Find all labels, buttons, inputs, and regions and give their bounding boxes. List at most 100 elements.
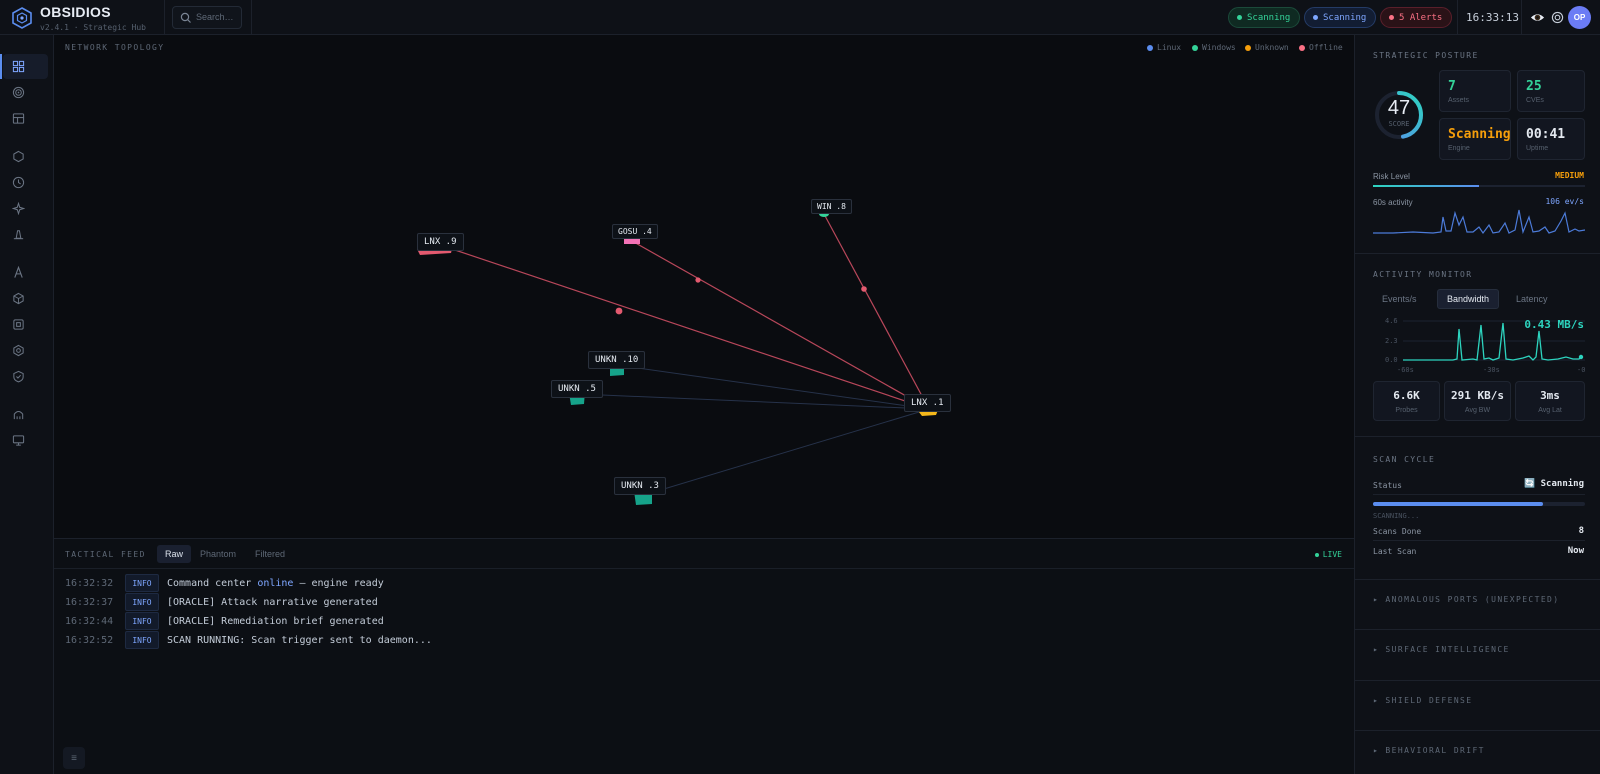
scans-done-value: 8 (1578, 526, 1584, 536)
section-divider (1355, 253, 1600, 254)
node-label-lnx1[interactable]: LNX .1 (904, 394, 951, 412)
sidebar-item-defense[interactable] (3, 364, 48, 389)
avg-bw-stat: 291 KB/s Avg BW (1444, 381, 1511, 421)
search-input[interactable]: Search… (172, 6, 242, 29)
hexagon-logo-icon (12, 7, 32, 29)
section-divider (1355, 579, 1600, 580)
sidebar-item-insights[interactable] (3, 196, 48, 221)
letter-a-icon (14, 266, 23, 278)
last-scan-value: Now (1567, 546, 1584, 556)
posture-title: STRATEGIC POSTURE (1373, 51, 1479, 60)
target-icon[interactable] (1551, 11, 1564, 24)
bandwidth-readout: 0.43 MB/s (1524, 318, 1584, 331)
score-label: SCORE (1388, 120, 1410, 128)
log-message: Command center online — engine ready (167, 578, 384, 589)
status-dot-icon (1313, 15, 1318, 20)
card-label: CVEs (1526, 97, 1544, 104)
log-level-badge: INFO (125, 612, 159, 630)
sidebar-item-dashboard[interactable] (0, 54, 48, 79)
log-message: [ORACLE] Attack narrative generated (167, 596, 378, 608)
scans-done-label: Scans Done (1373, 527, 1422, 536)
section-divider (1355, 680, 1600, 681)
live-dot-icon (1314, 552, 1319, 557)
card-value: 00:41 (1526, 127, 1566, 142)
activity-label: 60s activity (1373, 198, 1413, 207)
y-tick: 2.3 (1385, 337, 1398, 345)
section-divider (1355, 436, 1600, 437)
sidebar-item-alerts[interactable] (3, 222, 48, 247)
scan-status-badge[interactable]: Scanning (1304, 7, 1377, 28)
target-icon (12, 86, 25, 99)
sidebar-item-layout[interactable] (3, 106, 48, 131)
card-value: 7 (1448, 79, 1456, 94)
node-label-win8[interactable]: WIN .8 (811, 199, 852, 214)
risk-bar-fill (1373, 185, 1479, 187)
stat-label: Avg BW (1464, 407, 1491, 414)
eye-icon[interactable] (1530, 10, 1545, 25)
sidebar-item-config[interactable] (3, 338, 48, 363)
log-level-badge: INFO (125, 593, 159, 611)
sidebar-item-modules[interactable] (3, 286, 48, 311)
sidebar (0, 35, 54, 774)
cves-card[interactable]: 25 CVEs (1517, 70, 1585, 112)
sidebar-item-assets[interactable] (3, 144, 48, 169)
sidebar-item-history[interactable] (3, 170, 48, 195)
header-divider (1521, 0, 1522, 35)
uptime-card[interactable]: 00:41 Uptime (1517, 118, 1585, 160)
log-highlight: online (257, 577, 294, 589)
cube-icon (13, 292, 24, 305)
sidebar-item-targets[interactable] (3, 80, 48, 105)
card-value: 25 (1526, 79, 1542, 94)
node-label-unkn3[interactable]: UNKN .3 (614, 477, 666, 495)
sidebar-item-monitor[interactable] (3, 428, 48, 453)
tab-bandwidth[interactable]: Bandwidth (1437, 289, 1500, 309)
last-scan-label: Last Scan (1373, 547, 1417, 556)
hex-gear-icon (13, 344, 24, 357)
sidebar-item-attack[interactable] (3, 260, 48, 285)
brand-version: v2.4.1 · Strategic Hub (40, 23, 146, 32)
layout-icon (12, 113, 25, 124)
log-message: SCAN RUNNING: Scan trigger sent to daemo… (167, 634, 432, 646)
scan-progress-fill (1373, 502, 1543, 506)
scan-progress-label: SCANNING... (1373, 512, 1420, 520)
stat-label: Probes (1395, 407, 1418, 414)
status-dot-icon (1389, 15, 1394, 20)
avatar[interactable]: OP (1568, 6, 1591, 29)
tab-latency[interactable]: Latency (1507, 289, 1557, 309)
log-row: 16:32:44 INFO [ORACLE] Remediation brief… (65, 612, 384, 630)
sidebar-item-home[interactable] (3, 402, 48, 427)
stat-label: Avg Lat (1538, 407, 1562, 414)
live-indicator: LIVE (1314, 550, 1342, 559)
tab-phantom[interactable]: Phantom (192, 545, 244, 563)
alerts-badge[interactable]: 5 Alerts (1380, 7, 1453, 28)
topology-graph (417, 211, 940, 505)
node-label-unkn10[interactable]: UNKN .10 (588, 351, 646, 369)
behavioral-drift-toggle[interactable]: ▸ BEHAVIORAL DRIFT (1373, 746, 1485, 755)
feed-header: TACTICAL FEED Raw Phantom Filtered LIVE (54, 539, 1354, 569)
node-label-unkn5[interactable]: UNKN .5 (551, 380, 603, 398)
engine-card[interactable]: Scanning Engine (1439, 118, 1511, 160)
node-label-gosu4[interactable]: GOSU .4 (612, 224, 658, 239)
status-text: Scanning (1323, 12, 1367, 23)
engine-status-badge[interactable]: Scanning (1228, 7, 1301, 28)
log-level-badge: INFO (125, 574, 159, 592)
surface-intelligence-toggle[interactable]: ▸ SURFACE INTELLIGENCE (1373, 645, 1510, 654)
assets-card[interactable]: 7 Assets (1439, 70, 1511, 112)
link-lnx9 (448, 247, 930, 410)
shield-defense-toggle[interactable]: ▸ SHIELD DEFENSE (1373, 696, 1472, 705)
feed-title: TACTICAL FEED (65, 550, 146, 559)
node-label-lnx9[interactable]: LNX .9 (417, 233, 464, 251)
card-label: Engine (1448, 145, 1470, 152)
tab-raw[interactable]: Raw (157, 545, 192, 563)
tab-filtered[interactable]: Filtered (247, 545, 293, 563)
packet-dot-icon (695, 277, 701, 283)
header-divider (164, 0, 165, 35)
tab-events[interactable]: Events/s (1373, 289, 1426, 309)
packet-dot-icon (615, 307, 623, 315)
feed-toggle-button[interactable]: ≡ (63, 747, 85, 769)
anomalous-ports-toggle[interactable]: ▸ ANOMALOUS PORTS (UNEXPECTED) (1373, 595, 1560, 604)
probes-stat: 6.6K Probes (1373, 381, 1440, 421)
x-tick: -0 (1577, 366, 1586, 374)
sidebar-item-hardware[interactable] (3, 312, 48, 337)
scan-progress-track (1373, 502, 1585, 506)
